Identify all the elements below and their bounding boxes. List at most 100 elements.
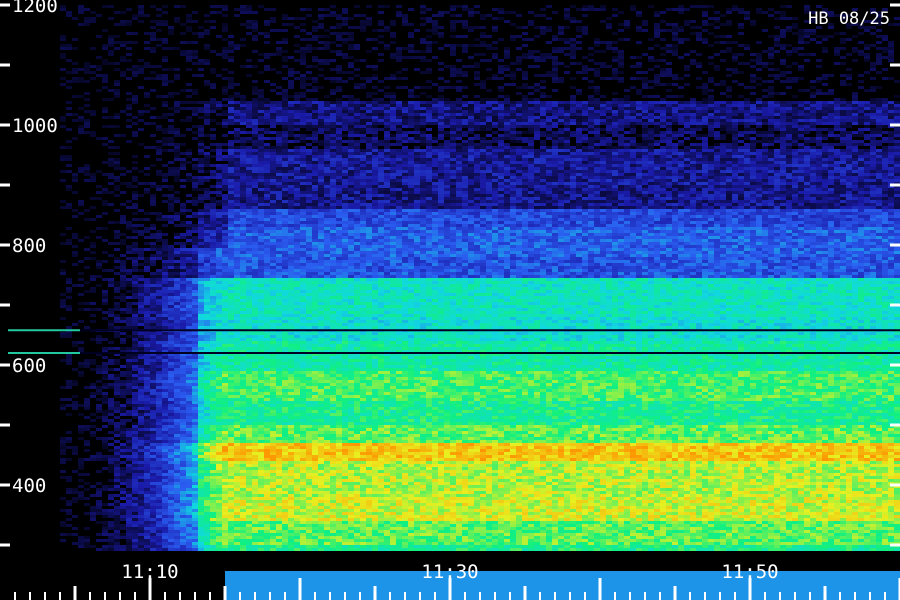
heatmap-cell: [228, 455, 234, 458]
heatmap-cell: [732, 458, 738, 461]
heatmap-cell: [882, 479, 888, 482]
heatmap-cell: [486, 467, 492, 470]
heatmap-cell: [204, 539, 210, 542]
heatmap-cell: [594, 452, 600, 455]
heatmap-cell: [798, 542, 804, 545]
heatmap-cell: [174, 455, 180, 458]
heatmap-cell: [528, 449, 534, 452]
heatmap-cell: [582, 500, 588, 503]
heatmap-cell: [750, 494, 756, 497]
heatmap-cell: [390, 506, 396, 509]
heatmap-cell: [666, 425, 672, 428]
heatmap-cell: [690, 461, 696, 464]
heatmap-cell: [576, 518, 582, 521]
heatmap-cell: [486, 518, 492, 521]
heatmap-cell: [858, 515, 864, 518]
heatmap-cell: [168, 473, 174, 476]
heatmap-cell: [702, 530, 708, 533]
heatmap-cell: [600, 509, 606, 512]
heatmap-cell: [180, 482, 186, 485]
heatmap-cell: [168, 518, 174, 521]
heatmap-cell: [456, 533, 462, 536]
heatmap-cell: [294, 503, 300, 506]
heatmap-cell: [840, 500, 846, 503]
heatmap-cell: [516, 524, 522, 527]
heatmap-cell: [660, 488, 666, 491]
heatmap-cell: [438, 548, 444, 551]
heatmap-cell: [558, 461, 564, 464]
heatmap-cell: [774, 521, 780, 524]
heatmap-cell: [822, 545, 828, 548]
heatmap-cell: [426, 497, 432, 500]
heatmap-cell: [420, 524, 426, 527]
heatmap-cell: [432, 536, 438, 539]
heatmap-cell: [312, 446, 318, 449]
heatmap-cell: [648, 476, 654, 479]
heatmap-cell: [420, 425, 426, 428]
heatmap-cell: [858, 464, 864, 467]
heatmap-cell: [678, 425, 684, 428]
heatmap-cell: [264, 458, 270, 461]
heatmap-cell: [552, 458, 558, 461]
heatmap-cell: [420, 509, 426, 512]
heatmap-cell: [876, 518, 882, 521]
heatmap-cell: [558, 524, 564, 527]
heatmap-cell: [750, 521, 756, 524]
heatmap-cell: [564, 503, 570, 506]
heatmap-cell: [618, 458, 624, 461]
heatmap-cell: [540, 515, 546, 518]
heatmap-cell: [390, 473, 396, 476]
heatmap-cell: [318, 473, 324, 476]
heatmap-cell: [186, 470, 192, 473]
heatmap-cell: [444, 491, 450, 494]
heatmap-cell: [114, 470, 120, 473]
heatmap-cell: [768, 473, 774, 476]
heatmap-cell: [780, 446, 786, 449]
heatmap-cell: [270, 488, 276, 491]
heatmap-cell: [312, 518, 318, 521]
heatmap-cell: [270, 545, 276, 548]
heatmap-cell: [690, 497, 696, 500]
heatmap-cell: [222, 452, 228, 455]
heatmap-cell: [420, 476, 426, 479]
heatmap-cell: [552, 482, 558, 485]
heatmap-cell: [72, 452, 78, 455]
heatmap-cell: [246, 467, 252, 470]
heatmap-cell: [246, 548, 252, 551]
heatmap-cell: [888, 470, 894, 473]
heatmap-cell: [576, 497, 582, 500]
heatmap-cell: [222, 527, 228, 530]
heatmap-cell: [174, 524, 180, 527]
heatmap-cell: [576, 503, 582, 506]
heatmap-cell: [510, 446, 516, 449]
heatmap-cell: [600, 485, 606, 488]
heatmap-cell: [450, 488, 456, 491]
heatmap-cell: [420, 452, 426, 455]
heatmap-cell: [720, 467, 726, 470]
heatmap-cell: [720, 479, 726, 482]
heatmap-cell: [654, 452, 660, 455]
heatmap-cell: [804, 521, 810, 524]
heatmap-cell: [792, 524, 798, 527]
heatmap-cell: [840, 464, 846, 467]
heatmap-cell: [402, 503, 408, 506]
heatmap-cell: [684, 497, 690, 500]
heatmap-cell: [126, 509, 132, 512]
heatmap-cell: [594, 479, 600, 482]
heatmap-cell: [186, 425, 192, 428]
heatmap-cell: [516, 482, 522, 485]
heatmap-cell: [666, 536, 672, 539]
heatmap-cell: [486, 545, 492, 548]
heatmap-cell: [252, 464, 258, 467]
heatmap-cell: [882, 530, 888, 533]
heatmap-cell: [600, 536, 606, 539]
heatmap-cell: [492, 521, 498, 524]
heatmap-cell: [660, 470, 666, 473]
heatmap-cell: [438, 452, 444, 455]
heatmap-cell: [144, 446, 150, 449]
heatmap-cell: [510, 539, 516, 542]
heatmap-cell: [642, 503, 648, 506]
heatmap-cell: [576, 467, 582, 470]
heatmap-cell: [660, 479, 666, 482]
heatmap-cell: [750, 464, 756, 467]
